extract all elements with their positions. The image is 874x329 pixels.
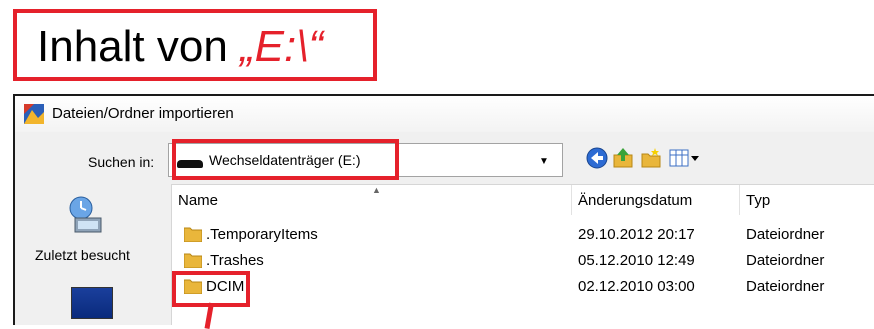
chevron-down-icon[interactable]: ▼ bbox=[539, 156, 549, 167]
file-type: Dateiordner bbox=[746, 252, 825, 269]
back-icon[interactable] bbox=[586, 147, 608, 169]
column-header-date[interactable]: Änderungsdatum bbox=[572, 185, 740, 215]
folder-icon bbox=[184, 253, 202, 268]
import-dialog: Dateien/Ordner importieren Suchen in: We… bbox=[13, 94, 874, 325]
column-header-date-label: Änderungsdatum bbox=[578, 192, 693, 209]
column-header-type[interactable]: Typ bbox=[740, 185, 874, 215]
recent-places-icon bbox=[69, 196, 102, 233]
heading-drive-path: „E:\“ bbox=[240, 22, 324, 71]
lookin-highlight-box bbox=[172, 139, 399, 180]
file-date: 29.10.2012 20:17 bbox=[578, 226, 695, 243]
file-row[interactable]: .Trashes 05.12.2010 12:49 Dateiordner bbox=[172, 248, 874, 274]
places-item-recent-label: Zuletzt besucht bbox=[35, 247, 130, 263]
views-menu-icon[interactable] bbox=[669, 147, 701, 169]
lookin-label: Suchen in: bbox=[88, 154, 155, 170]
file-name: .TemporaryItems bbox=[206, 226, 318, 243]
dcim-highlight-box bbox=[172, 271, 250, 307]
annotation-heading-box: Inhalt von „E:\“ bbox=[13, 9, 377, 81]
sort-ascending-icon: ▲ bbox=[372, 185, 381, 195]
places-bar: Zuletzt besucht bbox=[15, 184, 171, 325]
dialog-titlebar[interactable]: Dateien/Ordner importieren bbox=[15, 96, 874, 132]
file-row[interactable]: DCIM 02.12.2010 03:00 Dateiordner bbox=[172, 274, 874, 300]
file-date: 05.12.2010 12:49 bbox=[578, 252, 695, 269]
new-folder-icon[interactable] bbox=[640, 147, 662, 169]
up-folder-icon[interactable] bbox=[612, 147, 634, 169]
annotation-heading: Inhalt von „E:\“ bbox=[37, 21, 323, 73]
file-type: Dateiordner bbox=[746, 278, 825, 295]
file-name: .Trashes bbox=[206, 252, 264, 269]
folder-icon bbox=[184, 227, 202, 242]
file-row[interactable]: .TemporaryItems 29.10.2012 20:17 Dateior… bbox=[172, 222, 874, 248]
file-type: Dateiordner bbox=[746, 226, 825, 243]
file-list: Name ▲ Änderungsdatum Typ .TemporaryItem… bbox=[171, 184, 874, 325]
app-icon bbox=[24, 104, 44, 124]
column-header-name-label: Name bbox=[178, 192, 219, 209]
heading-prefix: Inhalt von bbox=[37, 22, 241, 71]
desktop-icon[interactable] bbox=[71, 287, 113, 319]
column-header-type-label: Typ bbox=[746, 192, 771, 209]
file-date: 02.12.2010 03:00 bbox=[578, 278, 695, 295]
column-header-name[interactable]: Name ▲ bbox=[172, 185, 572, 215]
dialog-title: Dateien/Ordner importieren bbox=[52, 105, 234, 122]
